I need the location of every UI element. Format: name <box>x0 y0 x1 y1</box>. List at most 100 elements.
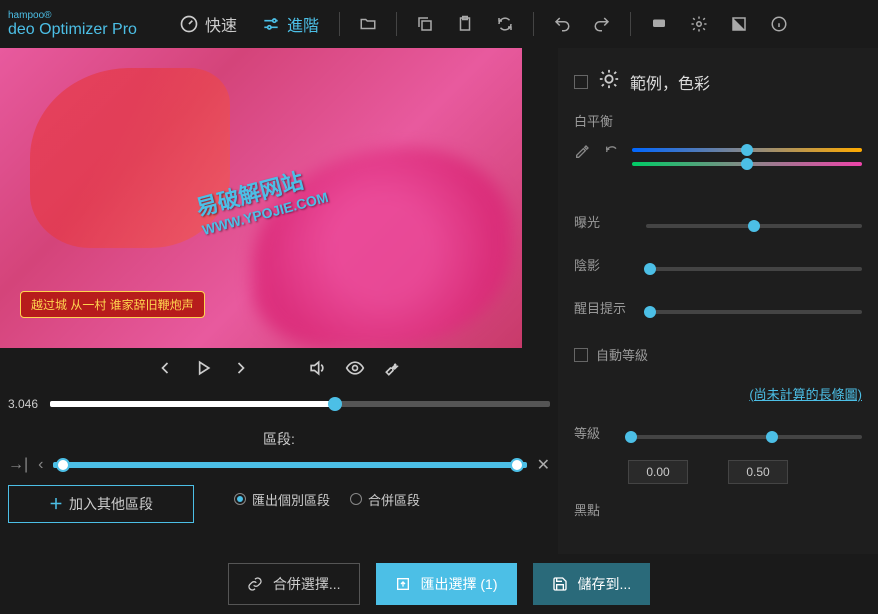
panel-enable-checkbox[interactable] <box>574 75 588 89</box>
divider <box>630 12 631 36</box>
export-individual-radio[interactable]: 匯出個別區段 <box>234 490 330 509</box>
tools-button[interactable] <box>383 358 403 383</box>
level-max-input[interactable] <box>728 460 788 484</box>
paste-button[interactable] <box>445 4 485 44</box>
visibility-button[interactable] <box>345 358 365 383</box>
exposure-label: 曝光 <box>574 212 634 231</box>
redo-icon <box>593 15 611 33</box>
save-to-label: 儲存到... <box>578 574 632 594</box>
info-button[interactable] <box>759 4 799 44</box>
radio-checked-icon <box>234 493 246 505</box>
export-individual-label: 匯出個別區段 <box>252 490 330 509</box>
gear-icon <box>690 15 708 33</box>
add-segment-label: 加入其他區段 <box>69 494 153 514</box>
logo: hampoo® deo Optimizer Pro <box>8 10 137 39</box>
undo-button[interactable] <box>542 4 582 44</box>
brightness-icon <box>598 68 620 95</box>
undo-icon <box>553 15 571 33</box>
clipboard-icon <box>456 15 474 33</box>
link-icon <box>247 576 263 592</box>
merge-segments-label: 合併區段 <box>368 490 420 509</box>
refresh-icon <box>496 15 514 33</box>
merge-select-label: 合併選擇... <box>273 574 341 594</box>
reset-icon[interactable] <box>604 144 620 160</box>
wb-temp-slider[interactable] <box>632 148 862 152</box>
mode-fast-button[interactable]: 快速 <box>167 6 249 42</box>
playback-controls <box>0 348 558 393</box>
highlight-label: 醒目提示 <box>574 298 634 317</box>
redo-button[interactable] <box>582 4 622 44</box>
copy-button[interactable] <box>405 4 445 44</box>
histogram-link[interactable]: (尚未計算的長條圖) <box>574 376 862 423</box>
volume-button[interactable] <box>307 358 327 383</box>
footer: 合併選擇... 匯出選擇 (1) 儲存到... <box>0 554 878 614</box>
speedometer-icon <box>179 14 199 34</box>
chevron-right-icon <box>231 358 251 378</box>
subtitle: 越过城 从一村 谁家辞旧鞭炮声 <box>20 291 205 318</box>
watermark: 易破解网站 WWW.YPOJIE.COM <box>192 158 330 238</box>
segment-row: →| ‹ ✕ <box>0 455 558 475</box>
mode-advanced-label: 進階 <box>287 12 319 36</box>
segment-range-slider[interactable] <box>53 462 526 468</box>
export-icon <box>395 576 411 592</box>
divider <box>396 12 397 36</box>
segment-remove-button[interactable]: ✕ <box>537 455 550 475</box>
highlight-slider[interactable] <box>646 310 862 314</box>
contrast-icon <box>730 15 748 33</box>
wrench-icon <box>383 358 403 378</box>
info-icon <box>770 15 788 33</box>
black-point-label: 黑點 <box>574 500 862 519</box>
copy-icon <box>416 15 434 33</box>
merge-select-button[interactable]: 合併選擇... <box>228 563 360 605</box>
timeline: 3.046 <box>0 393 558 415</box>
mode-advanced-button[interactable]: 進階 <box>249 6 331 42</box>
play-icon <box>193 358 213 378</box>
add-segment-button[interactable]: ＋ 加入其他區段 <box>8 485 194 523</box>
chevron-left-icon <box>155 358 175 378</box>
level-slider[interactable] <box>626 435 862 439</box>
comment-button[interactable] <box>639 4 679 44</box>
divider <box>339 12 340 36</box>
settings-button[interactable] <box>679 4 719 44</box>
folder-icon <box>359 15 377 33</box>
white-balance-label: 白平衡 <box>574 111 862 130</box>
merge-segments-radio[interactable]: 合併區段 <box>350 490 420 509</box>
next-frame-button[interactable] <box>231 358 251 383</box>
comment-icon <box>650 15 668 33</box>
brand-name: hampoo® <box>8 10 137 21</box>
shadow-label: 陰影 <box>574 255 634 274</box>
export-select-label: 匯出選擇 (1) <box>421 574 498 594</box>
export-select-button[interactable]: 匯出選擇 (1) <box>376 563 517 605</box>
segment-label: 區段: <box>0 415 558 455</box>
level-min-input[interactable] <box>628 460 688 484</box>
auto-level-label: 自動等級 <box>596 345 648 364</box>
adjustments-panel: 範例，色彩 白平衡 曝光 陰影 <box>558 48 878 554</box>
mode-fast-label: 快速 <box>205 12 237 36</box>
sliders-icon <box>261 14 281 34</box>
radio-unchecked-icon <box>350 493 362 505</box>
exposure-slider[interactable] <box>646 224 862 228</box>
product-name: deo Optimizer Pro <box>8 21 137 39</box>
segment-first-button[interactable]: →| <box>8 456 28 474</box>
video-preview[interactable]: 易破解网站 WWW.YPOJIE.COM 越过城 从一村 谁家辞旧鞭炮声 <box>0 48 522 348</box>
time-label: 3.046 <box>8 397 38 411</box>
auto-level-checkbox[interactable] <box>574 348 588 362</box>
folder-button[interactable] <box>348 4 388 44</box>
wb-tint-slider[interactable] <box>632 162 862 166</box>
refresh-button[interactable] <box>485 4 525 44</box>
shadow-slider[interactable] <box>646 267 862 271</box>
save-to-button[interactable]: 儲存到... <box>533 563 651 605</box>
play-button[interactable] <box>193 358 213 383</box>
eyedropper-icon[interactable] <box>574 144 590 160</box>
level-label: 等級 <box>574 423 614 442</box>
segment-prev-button[interactable]: ‹ <box>38 456 43 474</box>
timeline-slider[interactable] <box>50 401 550 407</box>
prev-frame-button[interactable] <box>155 358 175 383</box>
header: hampoo® deo Optimizer Pro 快速 進階 <box>0 0 878 48</box>
volume-icon <box>307 358 327 378</box>
save-icon <box>552 576 568 592</box>
panel-title: 範例，色彩 <box>630 70 710 94</box>
eye-icon <box>345 358 365 378</box>
plus-icon: ＋ <box>49 494 63 514</box>
contrast-button[interactable] <box>719 4 759 44</box>
